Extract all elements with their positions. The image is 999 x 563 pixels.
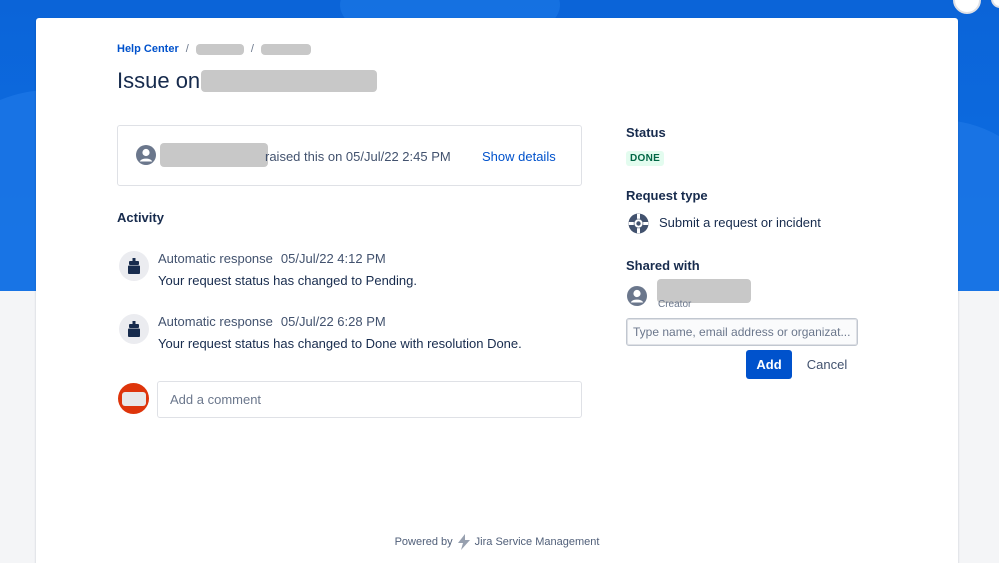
current-user-avatar xyxy=(118,383,149,414)
bot-avatar xyxy=(119,314,149,344)
person-icon xyxy=(627,286,647,306)
person-icon xyxy=(136,145,156,165)
comment-input[interactable] xyxy=(157,381,582,418)
activity-time: 05/Jul/22 6:28 PM xyxy=(280,314,386,329)
share-input[interactable] xyxy=(626,318,858,346)
breadcrumb-redacted-portal[interactable] xyxy=(195,43,244,55)
page-title: Issue on xyxy=(117,68,378,94)
show-details-link[interactable]: Show details xyxy=(482,149,556,164)
avatar-image xyxy=(121,391,146,406)
activity-header: Automatic response 05/Jul/22 6:28 PM xyxy=(158,314,386,329)
jira-bolt-icon xyxy=(457,534,471,550)
secondary-avatar[interactable] xyxy=(991,0,999,8)
robot-icon xyxy=(128,321,140,337)
status-badge: DONE xyxy=(626,151,665,166)
request-type-label: Request type xyxy=(626,188,708,203)
activity-message: Your request status has changed to Done … xyxy=(158,336,522,351)
robot-icon xyxy=(128,258,140,274)
reporter-panel: raised this on 05/Jul/22 2:45 PM Show de… xyxy=(117,125,582,186)
lifebuoy-icon xyxy=(628,213,649,234)
footer: Powered by Jira Service Management xyxy=(36,534,958,550)
shared-with-label: Shared with xyxy=(626,258,700,273)
raised-info: raised this on 05/Jul/22 2:45 PM xyxy=(265,149,451,164)
request-card: Help Center / / Issue on raised this on … xyxy=(36,18,958,563)
activity-message: Your request status has changed to Pendi… xyxy=(158,273,417,288)
user-avatar[interactable] xyxy=(953,0,981,14)
page-title-redacted xyxy=(201,70,378,92)
page-title-text: Issue on xyxy=(117,68,201,93)
footer-product[interactable]: Jira Service Management xyxy=(475,536,600,548)
activity-time: 05/Jul/22 4:12 PM xyxy=(280,251,386,266)
breadcrumb-separator: / xyxy=(250,43,254,55)
breadcrumb-redacted-issue[interactable] xyxy=(260,43,311,55)
footer-powered-by: Powered by xyxy=(394,536,453,548)
activity-author: Automatic response xyxy=(158,314,273,329)
reporter-name-redacted xyxy=(160,143,268,167)
shared-user-role: Creator xyxy=(658,299,692,310)
activity-header: Automatic response 05/Jul/22 4:12 PM xyxy=(158,251,386,266)
bot-avatar xyxy=(119,251,149,281)
add-button[interactable]: Add xyxy=(746,350,792,379)
cancel-button[interactable]: Cancel xyxy=(800,350,854,379)
activity-heading: Activity xyxy=(117,210,164,225)
activity-author: Automatic response xyxy=(158,251,273,266)
breadcrumb: Help Center / / xyxy=(117,43,311,55)
status-label: Status xyxy=(626,125,666,140)
breadcrumb-help-center[interactable]: Help Center xyxy=(117,43,179,55)
breadcrumb-separator: / xyxy=(185,43,189,55)
request-type-value: Submit a request or incident xyxy=(659,215,821,230)
